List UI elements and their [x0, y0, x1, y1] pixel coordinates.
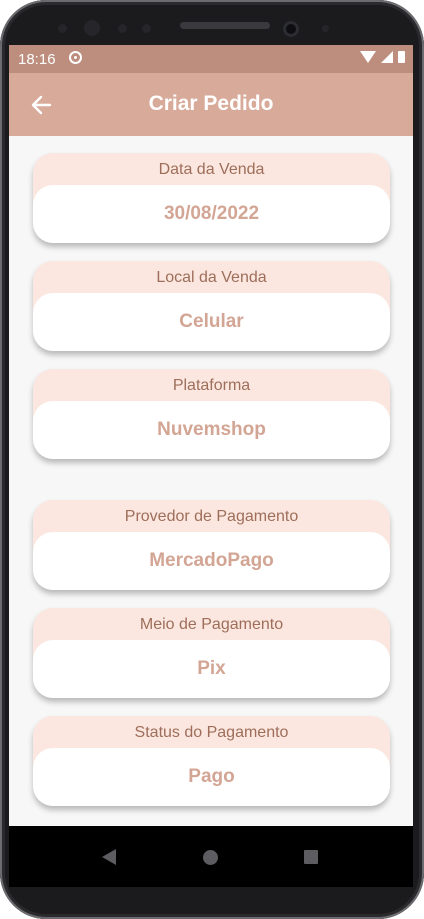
platform-field: Plataforma Nuvemshop	[33, 369, 390, 459]
payment-status-field: Status do Pagamento Pago	[33, 716, 390, 806]
sensor-dot	[142, 24, 151, 33]
platform-label: Plataforma	[172, 377, 251, 394]
phone-frame: 18:16 Criar Pedido Data da Venda 30/08/2…	[0, 0, 424, 919]
front-camera-lens	[84, 20, 100, 36]
home-circle-icon[interactable]	[203, 850, 218, 865]
payment-provider-label: Provedor de Pagamento	[124, 508, 299, 525]
front-camera	[283, 21, 299, 37]
earpiece-speaker	[180, 22, 270, 29]
notification-icon	[69, 51, 82, 64]
payment-status-label: Status do Pagamento	[134, 724, 289, 741]
sale-location-label: Local da Venda	[156, 269, 267, 286]
payment-method-label: Meio de Pagamento	[139, 616, 284, 633]
status-time: 18:16	[18, 51, 56, 68]
signal-icon	[381, 51, 393, 63]
system-nav-bar	[9, 826, 413, 887]
sale-location-field: Local da Venda Celular	[33, 261, 390, 351]
screen: 18:16 Criar Pedido Data da Venda 30/08/2…	[9, 45, 413, 887]
payment-provider-field: Provedor de Pagamento MercadoPago	[33, 500, 390, 590]
app-bar: Criar Pedido	[9, 73, 413, 136]
recents-square-icon[interactable]	[304, 850, 318, 864]
payment-provider-value[interactable]: MercadoPago	[33, 532, 390, 590]
status-bar: 18:16	[9, 45, 413, 73]
sensor-dot	[58, 24, 67, 33]
sale-date-field: Data da Venda 30/08/2022	[33, 153, 390, 243]
battery-icon	[398, 51, 405, 63]
sensor-dot	[322, 25, 329, 32]
back-triangle-icon[interactable]	[102, 849, 116, 865]
sale-location-value[interactable]: Celular	[33, 293, 390, 351]
page-title: Criar Pedido	[148, 92, 274, 115]
payment-method-value[interactable]: Pix	[33, 640, 390, 698]
platform-value[interactable]: Nuvemshop	[33, 401, 390, 459]
status-icons	[360, 51, 405, 63]
wifi-icon	[360, 51, 376, 63]
order-form: Data da Venda 30/08/2022 Local da Venda …	[9, 136, 413, 826]
payment-status-value[interactable]: Pago	[33, 748, 390, 806]
sale-date-value[interactable]: 30/08/2022	[33, 185, 390, 243]
sensor-dot	[118, 24, 127, 33]
sale-date-label: Data da Venda	[158, 161, 265, 178]
payment-method-field: Meio de Pagamento Pix	[33, 608, 390, 698]
